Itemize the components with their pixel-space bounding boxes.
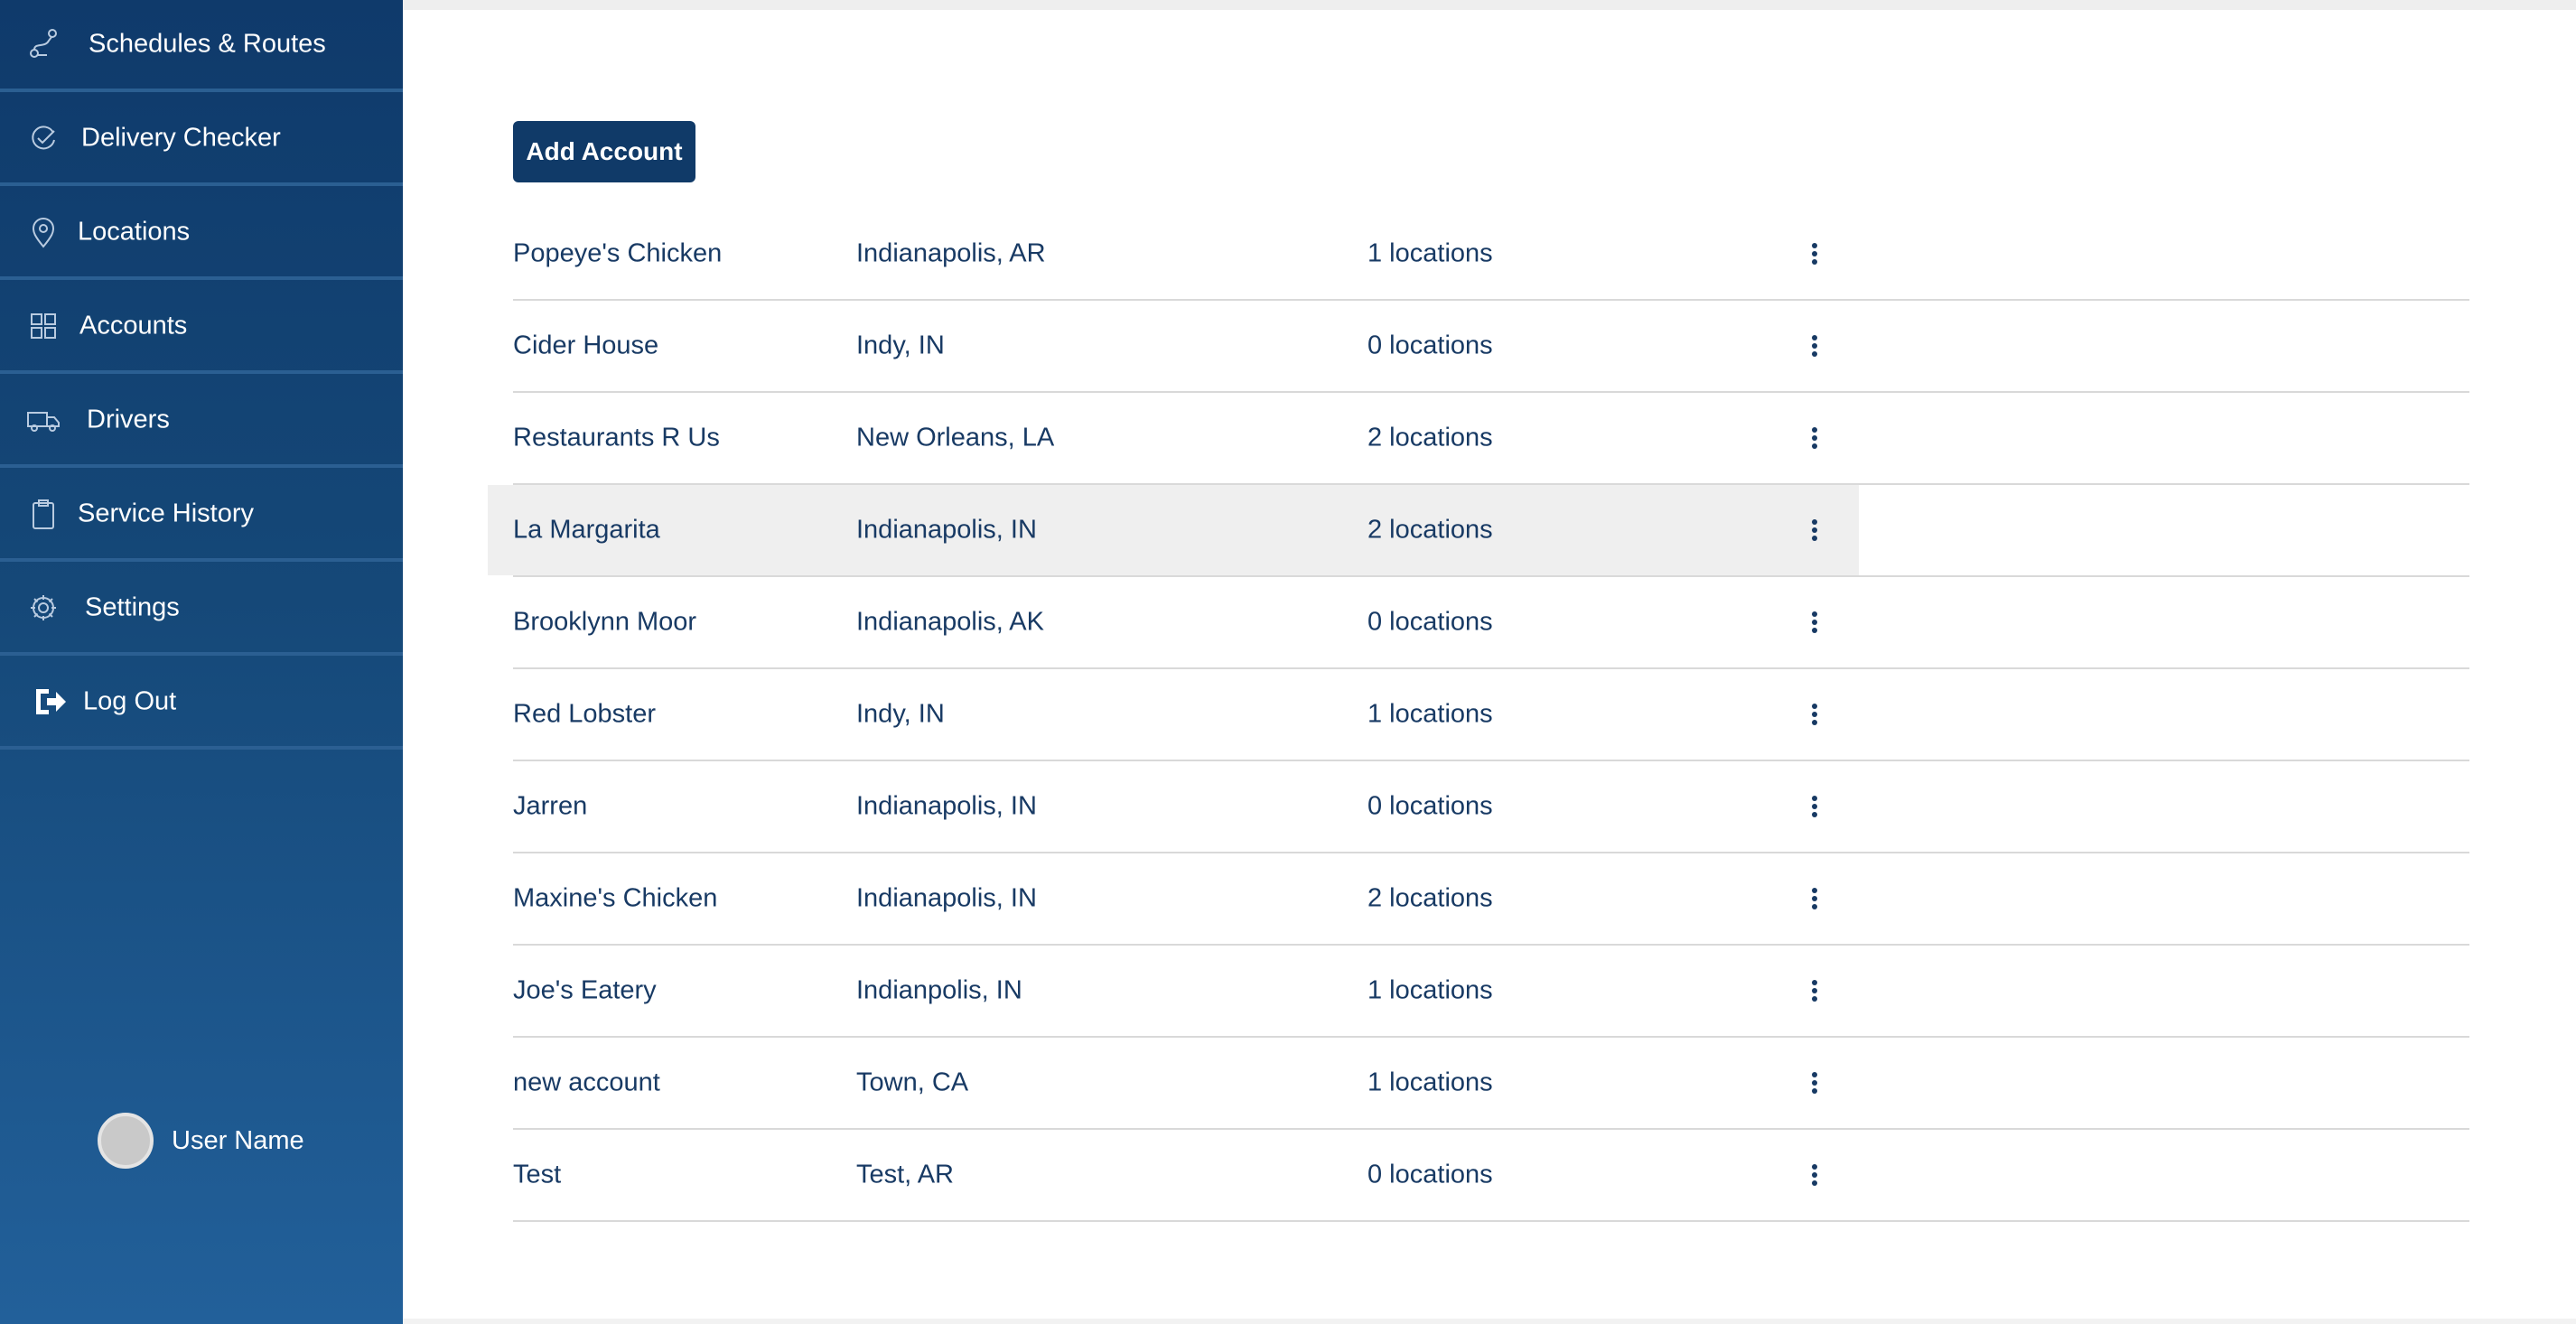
sidebar-item-label: Drivers xyxy=(87,405,170,434)
account-city: Indianapolis, IN xyxy=(856,883,1037,913)
more-options-icon[interactable] xyxy=(1803,1068,1826,1098)
route-icon xyxy=(25,26,61,62)
sidebar-item-label: Accounts xyxy=(79,311,188,340)
sidebar-item-schedules-routes[interactable]: Schedules & Routes xyxy=(0,0,403,92)
account-city: Test, AR xyxy=(856,1160,954,1189)
sidebar-item-label: Log Out xyxy=(83,686,177,716)
sidebar-item-accounts[interactable]: Accounts xyxy=(0,282,403,374)
account-city: New Orleans, LA xyxy=(856,423,1055,452)
sidebar-item-delivery-checker[interactable]: Delivery Checker xyxy=(0,94,403,186)
map-pin-icon xyxy=(25,214,61,250)
account-name: Jarren xyxy=(513,791,588,821)
more-options-icon[interactable] xyxy=(1803,515,1826,545)
sidebar-item-label: Delivery Checker xyxy=(81,123,281,153)
sidebar-item-settings[interactable]: Settings xyxy=(0,564,403,656)
check-circle-icon xyxy=(25,120,61,156)
account-name: Joe's Eatery xyxy=(513,975,657,1005)
account-name: Popeye's Chicken xyxy=(513,238,723,268)
sidebar-item-label: Schedules & Routes xyxy=(89,29,326,59)
clipboard-icon xyxy=(25,496,61,532)
table-row[interactable]: Popeye's Chicken Indianapolis, AR 1 locati… xyxy=(513,209,2469,301)
grid-icon xyxy=(25,308,61,344)
account-name: Cider House xyxy=(513,331,659,360)
sidebar-item-locations[interactable]: Locations xyxy=(0,188,403,280)
account-location-count: 0 locations xyxy=(1367,791,1493,821)
sidebar-item-label: Locations xyxy=(78,217,191,247)
account-location-count: 2 locations xyxy=(1367,883,1493,913)
table-row[interactable]: Red Lobster Indy, IN 1 locations xyxy=(513,669,2469,761)
sidebar-item-label: Service History xyxy=(78,499,254,528)
table-row[interactable]: Jarren Indianapolis, IN 0 locations xyxy=(513,761,2469,853)
add-account-button[interactable]: Add Account xyxy=(513,121,695,182)
account-name: La Margarita xyxy=(513,515,660,545)
user-profile[interactable]: User Name xyxy=(98,1113,304,1169)
account-name: Maxine's Chicken xyxy=(513,883,718,913)
account-city: Indianpolis, IN xyxy=(856,975,1022,1005)
account-city: Indianapolis, AR xyxy=(856,238,1046,268)
table-row[interactable]: Brooklynn Moor Indianapolis, AK 0 location… xyxy=(513,577,2469,669)
account-name: new account xyxy=(513,1068,660,1097)
account-location-count: 2 locations xyxy=(1367,515,1493,545)
account-location-count: 0 locations xyxy=(1367,607,1493,637)
sidebar: Schedules & Routes Delivery Checker Loca… xyxy=(0,0,403,1324)
account-location-count: 1 locations xyxy=(1367,975,1493,1005)
truck-icon xyxy=(25,402,61,438)
account-location-count: 0 locations xyxy=(1367,331,1493,360)
account-name: Red Lobster xyxy=(513,699,656,729)
logout-icon xyxy=(33,684,69,720)
account-name: Test xyxy=(513,1160,562,1189)
account-location-count: 1 locations xyxy=(1367,238,1493,268)
more-options-icon[interactable] xyxy=(1803,423,1826,453)
table-row[interactable]: Test Test, AR 0 locations xyxy=(513,1130,2469,1222)
table-row[interactable]: Joe's Eatery Indianpolis, IN 1 locations xyxy=(513,946,2469,1038)
avatar xyxy=(98,1113,154,1169)
sidebar-item-log-out[interactable]: Log Out xyxy=(0,657,403,750)
user-name: User Name xyxy=(172,1125,304,1155)
account-location-count: 1 locations xyxy=(1367,699,1493,729)
account-location-count: 1 locations xyxy=(1367,1068,1493,1097)
table-row[interactable]: Cider House Indy, IN 0 locations xyxy=(513,301,2469,393)
more-options-icon[interactable] xyxy=(1803,238,1826,269)
account-location-count: 2 locations xyxy=(1367,423,1493,452)
more-options-icon[interactable] xyxy=(1803,331,1826,361)
account-name: Brooklynn Moor xyxy=(513,607,697,637)
account-city: Indy, IN xyxy=(856,699,945,729)
table-row[interactable]: La Margarita Indianapolis, IN 2 locations xyxy=(488,485,2469,577)
more-options-icon[interactable] xyxy=(1803,1160,1826,1190)
table-row[interactable]: Maxine's Chicken Indianapolis, IN 2 locati… xyxy=(513,853,2469,946)
account-city: Indianapolis, AK xyxy=(856,607,1044,637)
top-bar xyxy=(403,0,2576,10)
bottom-divider xyxy=(403,1319,2576,1324)
account-city: Indianapolis, IN xyxy=(856,515,1037,545)
account-city: Indy, IN xyxy=(856,331,945,360)
table-row[interactable]: Restaurants R Us New Orleans, LA 2 locatio… xyxy=(513,393,2469,485)
sidebar-item-drivers[interactable]: Drivers xyxy=(0,376,403,468)
account-city: Indianapolis, IN xyxy=(856,791,1037,821)
table-row[interactable]: new account Town, CA 1 locations xyxy=(513,1038,2469,1130)
more-options-icon[interactable] xyxy=(1803,607,1826,638)
accounts-table: Popeye's Chicken Indianapolis, AR 1 locati… xyxy=(488,209,2469,1222)
gear-icon xyxy=(25,590,61,626)
more-options-icon[interactable] xyxy=(1803,883,1826,914)
account-name: Restaurants R Us xyxy=(513,423,720,452)
account-city: Town, CA xyxy=(856,1068,969,1097)
sidebar-item-service-history[interactable]: Service History xyxy=(0,470,403,562)
more-options-icon[interactable] xyxy=(1803,699,1826,730)
sidebar-item-label: Settings xyxy=(85,592,180,622)
more-options-icon[interactable] xyxy=(1803,975,1826,1006)
more-options-icon[interactable] xyxy=(1803,791,1826,822)
account-location-count: 0 locations xyxy=(1367,1160,1493,1189)
